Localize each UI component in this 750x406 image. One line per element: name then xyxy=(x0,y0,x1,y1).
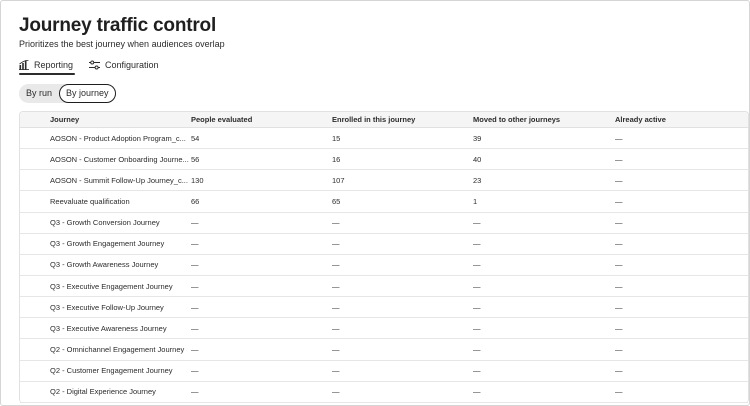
cell-moved: — xyxy=(473,323,481,333)
cell-people-evaluated: — xyxy=(191,302,199,312)
cell-already-active: — xyxy=(615,344,623,354)
cell-people-evaluated: — xyxy=(191,281,199,291)
table-row[interactable]: Q2 - Digital Experience Journey — — — — xyxy=(20,382,748,403)
cell-enrolled: — xyxy=(332,260,340,270)
cell-journey: Q3 - Executive Follow-Up Journey xyxy=(50,302,164,312)
journey-table: Journey People evaluated Enrolled in thi… xyxy=(19,111,749,403)
cell-already-active: — xyxy=(615,239,623,249)
cell-people-evaluated: 130 xyxy=(191,175,204,185)
tab-label: Configuration xyxy=(105,59,159,70)
table-row[interactable]: AOSON - Customer Onboarding Journe... 56 1… xyxy=(20,149,748,171)
cell-journey: AOSON - Product Adoption Program_c... xyxy=(50,133,186,143)
table-row[interactable]: AOSON - Summit Follow-Up Journey_c... 130… xyxy=(20,170,748,192)
cell-journey: Q3 - Growth Awareness Journey xyxy=(50,260,159,270)
column-header-enrolled[interactable]: Enrolled in this journey xyxy=(332,115,473,124)
table-row[interactable]: Q3 - Growth Conversion Journey — — — — xyxy=(20,213,748,234)
cell-moved: — xyxy=(473,281,481,291)
cell-already-active: — xyxy=(615,387,623,397)
cell-already-active: — xyxy=(615,154,623,164)
tab-reporting[interactable]: Reporting xyxy=(19,59,76,75)
tab-label: Reporting xyxy=(34,59,74,70)
cell-people-evaluated: 66 xyxy=(191,196,200,206)
cell-already-active: — xyxy=(615,196,623,206)
cell-people-evaluated: — xyxy=(191,323,199,333)
page-subtitle: Prioritizes the best journey when audien… xyxy=(19,39,225,49)
view-by-run-button[interactable]: By run xyxy=(19,84,59,103)
table-row[interactable]: Reevaluate qualification 66 65 1 — xyxy=(20,191,748,213)
cell-people-evaluated: — xyxy=(191,387,199,397)
table-row[interactable]: Q3 - Growth Awareness Journey — — — — xyxy=(20,255,748,276)
cell-enrolled: — xyxy=(332,218,340,228)
table-header: Journey People evaluated Enrolled in thi… xyxy=(20,112,748,128)
cell-already-active: — xyxy=(615,281,623,291)
column-header-journey[interactable]: Journey xyxy=(20,115,191,124)
column-header-already-active[interactable]: Already active xyxy=(615,115,748,124)
cell-journey: Q2 - Omnichannel Engagement Journey xyxy=(50,344,185,354)
cell-enrolled: — xyxy=(332,344,340,354)
cell-moved: — xyxy=(473,387,481,397)
cell-journey: Q3 - Executive Awareness Journey xyxy=(50,323,167,333)
cell-enrolled: — xyxy=(332,323,340,333)
cell-journey: AOSON - Summit Follow-Up Journey_c... xyxy=(50,175,188,185)
cell-enrolled: 16 xyxy=(332,154,341,164)
cell-journey: AOSON - Customer Onboarding Journe... xyxy=(50,154,189,164)
table-row[interactable]: AOSON - Product Adoption Program_c... 54 1… xyxy=(20,128,748,150)
cell-moved: 1 xyxy=(473,196,478,206)
cell-enrolled: 107 xyxy=(332,175,345,185)
cell-already-active: — xyxy=(615,133,623,143)
table-body: AOSON - Product Adoption Program_c... 54 1… xyxy=(20,128,748,403)
cell-journey: Q2 - Digital Experience Journey xyxy=(50,387,156,397)
cell-moved: 39 xyxy=(473,133,482,143)
sliders-icon xyxy=(89,60,101,70)
table-row[interactable]: Q2 - Customer Engagement Journey — — — — xyxy=(20,361,748,382)
page-title: Journey traffic control xyxy=(19,15,217,36)
cell-journey: Q2 - Customer Engagement Journey xyxy=(50,366,173,376)
table-row[interactable]: Q3 - Executive Awareness Journey — — — — xyxy=(20,318,748,340)
cell-moved: 40 xyxy=(473,154,482,164)
cell-people-evaluated: — xyxy=(191,344,199,354)
cell-journey: Q3 - Growth Engagement Journey xyxy=(50,239,165,249)
cell-people-evaluated: 54 xyxy=(191,133,200,143)
cell-people-evaluated: 56 xyxy=(191,154,200,164)
cell-enrolled: 15 xyxy=(332,133,341,143)
cell-moved: — xyxy=(473,239,481,249)
cell-moved: — xyxy=(473,260,481,270)
cell-already-active: — xyxy=(615,260,623,270)
cell-moved: — xyxy=(473,366,481,376)
cell-enrolled: — xyxy=(332,387,340,397)
view-toggle: By run By journey xyxy=(19,84,116,103)
cell-people-evaluated: — xyxy=(191,239,199,249)
cell-journey: Q3 - Growth Conversion Journey xyxy=(50,218,160,228)
cell-people-evaluated: — xyxy=(191,260,199,270)
cell-already-active: — xyxy=(615,302,623,312)
cell-moved: — xyxy=(473,344,481,354)
table-row[interactable]: Q2 - Omnichannel Engagement Journey — — — — xyxy=(20,339,748,361)
cell-already-active: — xyxy=(615,323,623,333)
cell-enrolled: — xyxy=(332,366,340,376)
table-row[interactable]: Q3 - Growth Engagement Journey — — — — xyxy=(20,234,748,255)
column-header-moved[interactable]: Moved to other journeys xyxy=(473,115,615,124)
bar-chart-icon xyxy=(19,59,29,70)
cell-already-active: — xyxy=(615,175,623,185)
cell-enrolled: 65 xyxy=(332,196,341,206)
table-row[interactable]: Q3 - Executive Engagement Journey — — — — xyxy=(20,276,748,298)
cell-journey: Reevaluate qualification xyxy=(50,196,130,206)
cell-already-active: — xyxy=(615,218,623,228)
cell-moved: 23 xyxy=(473,175,482,185)
tab-configuration[interactable]: Configuration xyxy=(89,59,161,74)
tab-list: Reporting Configuration xyxy=(19,59,161,75)
cell-moved: — xyxy=(473,302,481,312)
column-header-people-evaluated[interactable]: People evaluated xyxy=(191,115,332,124)
view-by-journey-button[interactable]: By journey xyxy=(59,84,116,103)
cell-already-active: — xyxy=(615,366,623,376)
cell-people-evaluated: — xyxy=(191,218,199,228)
cell-people-evaluated: — xyxy=(191,366,199,376)
table-row[interactable]: Q3 - Executive Follow-Up Journey — — — — xyxy=(20,297,748,319)
cell-journey: Q3 - Executive Engagement Journey xyxy=(50,281,173,291)
cell-enrolled: — xyxy=(332,302,340,312)
cell-moved: — xyxy=(473,218,481,228)
cell-enrolled: — xyxy=(332,239,340,249)
app-window: Journey traffic control Prioritizes the … xyxy=(0,0,750,406)
cell-enrolled: — xyxy=(332,281,340,291)
